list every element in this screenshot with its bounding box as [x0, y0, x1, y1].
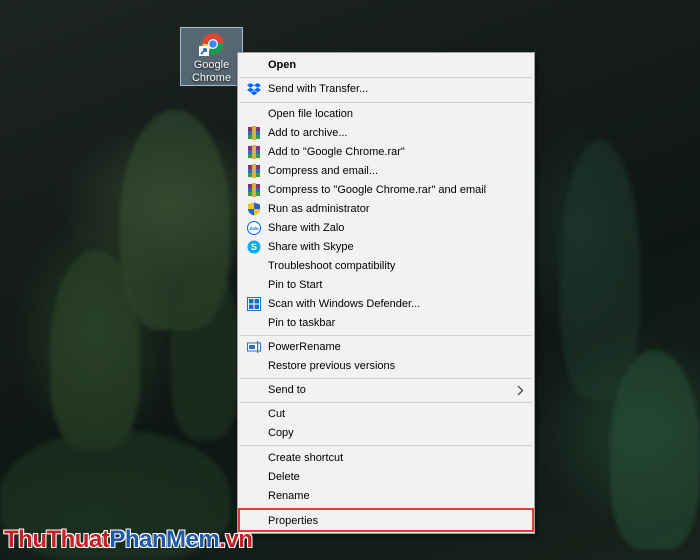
menu-separator	[240, 402, 532, 403]
menu-item-label: Compress to "Google Chrome.rar" and emai…	[268, 184, 487, 196]
svg-text:Zalo: Zalo	[249, 226, 259, 231]
menu-item-compress-and-email[interactable]: Compress and email...	[238, 162, 534, 181]
menu-item-pin-to-taskbar[interactable]: Pin to taskbar	[238, 314, 534, 333]
zalo-icon: Zalo	[247, 221, 261, 235]
menu-item-share-with-skype[interactable]: S Share with Skype	[238, 238, 534, 257]
svg-text:S: S	[251, 242, 257, 252]
winrar-icon	[248, 126, 260, 140]
menu-item-label: Share with Zalo	[268, 222, 345, 234]
tree-silhouette	[50, 250, 140, 450]
menu-item-add-to-rar[interactable]: Add to "Google Chrome.rar"	[238, 143, 534, 162]
tree-silhouette	[170, 260, 240, 440]
desktop-shortcut-google-chrome[interactable]: Google Chrome	[180, 27, 243, 86]
menu-item-label: Run as administrator	[268, 203, 370, 215]
menu-item-label: Add to "Google Chrome.rar"	[268, 146, 405, 158]
desktop-icon-label: Google Chrome	[191, 59, 232, 84]
menu-item-restore-previous-versions[interactable]: Restore previous versions	[238, 357, 534, 376]
winrar-icon	[248, 164, 260, 178]
menu-item-label: Restore previous versions	[268, 360, 396, 372]
menu-item-create-shortcut[interactable]: Create shortcut	[238, 449, 534, 468]
menu-item-label: Troubleshoot compatibility	[268, 260, 396, 272]
menu-separator	[240, 335, 532, 336]
menu-item-compress-to-rar-and-email[interactable]: Compress to "Google Chrome.rar" and emai…	[238, 181, 534, 200]
watermark-logo: ThuThuatPhanMem.vn	[4, 526, 253, 553]
context-menu: Open Send with Transfer... Open file loc…	[237, 52, 535, 534]
menu-item-label: Send with Transfer...	[268, 83, 369, 95]
powerrename-icon	[247, 341, 261, 353]
menu-item-delete[interactable]: Delete	[238, 468, 534, 487]
menu-separator	[240, 102, 532, 103]
menu-item-pin-to-start[interactable]: Pin to Start	[238, 276, 534, 295]
shortcut-arrow-icon	[199, 46, 209, 56]
chevron-right-icon	[517, 385, 524, 396]
skype-icon: S	[247, 240, 261, 254]
menu-item-label: Cut	[268, 408, 286, 420]
tree-silhouette	[610, 350, 700, 550]
menu-item-label: Copy	[268, 427, 294, 439]
menu-item-open-file-location[interactable]: Open file location	[238, 105, 534, 124]
menu-item-scan-with-windows-defender[interactable]: Scan with Windows Defender...	[238, 295, 534, 314]
menu-separator	[240, 445, 532, 446]
menu-item-label: Rename	[268, 490, 310, 502]
menu-item-label: Pin to Start	[268, 279, 323, 291]
menu-item-run-as-administrator[interactable]: Run as administrator	[238, 200, 534, 219]
menu-item-share-with-zalo[interactable]: Zalo Share with Zalo	[238, 219, 534, 238]
menu-item-copy[interactable]: Copy	[238, 424, 534, 443]
menu-item-label: Share with Skype	[268, 241, 354, 253]
menu-item-label: Send to	[268, 384, 306, 396]
menu-item-label: Delete	[268, 471, 300, 483]
menu-item-send-with-transfer[interactable]: Send with Transfer...	[238, 80, 534, 99]
menu-item-add-to-archive[interactable]: Add to archive...	[238, 124, 534, 143]
menu-separator	[240, 378, 532, 379]
menu-item-troubleshoot-compatibility[interactable]: Troubleshoot compatibility	[238, 257, 534, 276]
menu-item-powerrename[interactable]: PowerRename	[238, 338, 534, 357]
properties-highlight-box	[238, 508, 534, 532]
menu-item-label: Open	[268, 59, 297, 71]
menu-item-rename[interactable]: Rename	[238, 487, 534, 506]
menu-item-label: Open file location	[268, 108, 353, 120]
menu-separator	[240, 77, 532, 78]
menu-item-label: Scan with Windows Defender...	[268, 298, 421, 310]
menu-item-label: Pin to taskbar	[268, 317, 336, 329]
winrar-icon	[248, 183, 260, 197]
menu-item-cut[interactable]: Cut	[238, 405, 534, 424]
winrar-icon	[248, 145, 260, 159]
menu-item-label: PowerRename	[268, 341, 341, 353]
windows-defender-icon	[247, 297, 261, 311]
menu-item-label: Add to archive...	[268, 127, 348, 139]
dropbox-icon	[247, 83, 261, 96]
menu-item-label: Compress and email...	[268, 165, 379, 177]
menu-item-send-to[interactable]: Send to	[238, 381, 534, 400]
menu-item-label: Create shortcut	[268, 452, 344, 464]
tree-silhouette	[560, 140, 640, 400]
uac-shield-icon	[248, 202, 260, 216]
menu-item-open[interactable]: Open	[238, 56, 534, 75]
